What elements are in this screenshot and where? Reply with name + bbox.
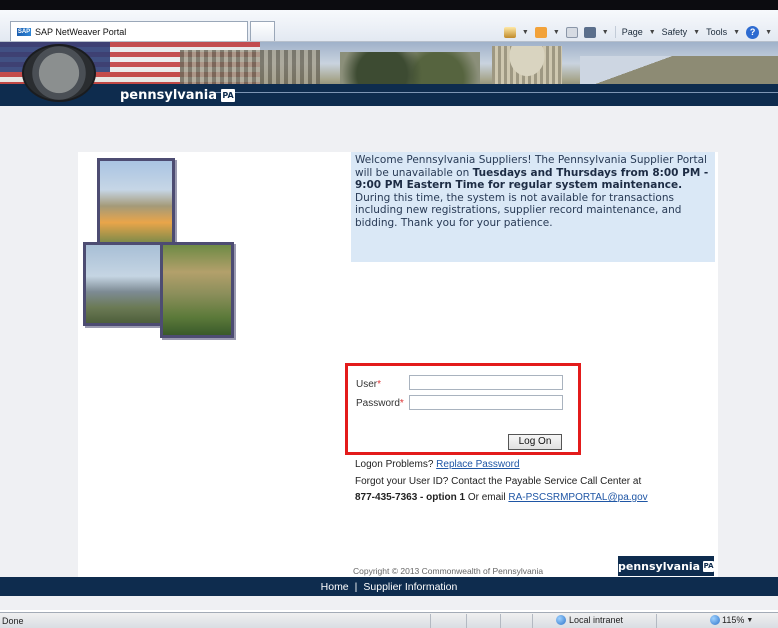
print-icon[interactable] xyxy=(583,26,596,38)
phone-number: 877-435-7363 - option 1 xyxy=(355,492,466,503)
status-cell xyxy=(500,614,520,628)
chevron-down-icon: ▼ xyxy=(733,28,741,36)
pa-keystone-icon: PA xyxy=(221,88,236,102)
chevron-down-icon: ▼ xyxy=(746,616,754,624)
chevron-down-icon: ▼ xyxy=(648,28,656,36)
replace-password-link[interactable]: Replace Password xyxy=(436,459,519,470)
zone-text: Local intranet xyxy=(569,615,624,625)
forgot-userid-text: Forgot your User ID? Contact the Payable… xyxy=(355,476,642,487)
status-cell xyxy=(430,614,450,628)
footer-separator: | xyxy=(354,580,358,593)
command-bar: ▼ ▼ ▼ Page ▼ Safety ▼ Tools ▼ ? ▼ xyxy=(503,24,772,40)
page-menu[interactable]: Page xyxy=(622,27,643,37)
fallingwater-photo xyxy=(160,242,234,338)
intranet-icon xyxy=(556,615,566,625)
footer-supplier-info-link[interactable]: Supplier Information xyxy=(363,581,457,593)
notice-text: During this time, the system is not avai… xyxy=(355,191,682,229)
pennsylvania-logo[interactable]: pennsylvania PA xyxy=(120,86,236,104)
help-icon[interactable]: ? xyxy=(746,25,760,39)
chevron-down-icon[interactable]: ▼ xyxy=(553,29,560,36)
pennsylvania-footer-logo[interactable]: pennsylvania PA xyxy=(618,556,714,576)
footer-logo-text: pennsylvania xyxy=(618,559,701,573)
tools-menu[interactable]: Tools xyxy=(706,27,727,37)
status-text: Done xyxy=(2,616,24,626)
browser-window: SAP SAP NetWeaver Portal ▼ ▼ ▼ Page ▼ Sa… xyxy=(0,0,778,628)
user-label: User* xyxy=(356,379,382,390)
chevron-down-icon[interactable]: ▼ xyxy=(765,29,772,36)
logon-problems-text: Logon Problems? xyxy=(355,459,434,470)
mail-icon[interactable] xyxy=(565,26,578,38)
header-divider xyxy=(212,92,778,93)
home-icon[interactable] xyxy=(503,26,516,38)
window-top-edge xyxy=(0,0,778,10)
required-mark: * xyxy=(399,398,404,409)
zoom-control[interactable]: 115% ▼ xyxy=(710,615,753,625)
tab-sap-portal[interactable]: SAP SAP NetWeaver Portal xyxy=(10,21,248,41)
maintenance-notice: Welcome Pennsylvania Suppliers! The Penn… xyxy=(351,152,715,262)
zoom-icon xyxy=(710,615,720,625)
sap-icon: SAP xyxy=(17,27,31,36)
chevron-down-icon[interactable]: ▼ xyxy=(602,29,609,36)
new-tab-button[interactable] xyxy=(250,21,275,41)
status-bar: Done Local intranet 115% ▼ xyxy=(0,612,778,628)
city-skyline-photo xyxy=(83,242,163,326)
footer-nav: Home | Supplier Information xyxy=(0,577,778,596)
safety-menu[interactable]: Safety xyxy=(662,27,688,37)
tab-title: SAP NetWeaver Portal xyxy=(35,26,127,37)
copyright-text: Copyright © 2013 Commonwealth of Pennsyl… xyxy=(353,566,544,576)
feeds-icon[interactable] xyxy=(534,26,547,38)
zoom-level: 115% xyxy=(722,615,745,625)
state-seal-icon xyxy=(22,44,96,102)
password-input[interactable] xyxy=(409,395,563,410)
security-zone[interactable]: Local intranet xyxy=(556,615,623,625)
required-mark: * xyxy=(377,379,382,390)
contact-line: 877-435-7363 - option 1 Or email RA-PSCS… xyxy=(355,492,648,503)
capitol-photo xyxy=(97,158,175,246)
chevron-down-icon[interactable]: ▼ xyxy=(522,29,529,36)
or-email-text: Or email xyxy=(467,492,506,503)
pa-keystone-icon: PA xyxy=(703,560,714,572)
footer-home-link[interactable]: Home xyxy=(321,581,349,593)
status-cell xyxy=(532,614,552,628)
user-input[interactable] xyxy=(409,375,563,390)
toolbar-divider xyxy=(614,26,616,38)
header-nav-band xyxy=(0,84,778,106)
password-label: Password* xyxy=(356,398,404,409)
chevron-down-icon: ▼ xyxy=(693,28,701,36)
status-cell xyxy=(466,614,486,628)
logo-text: pennsylvania xyxy=(120,87,218,103)
status-cell xyxy=(656,614,706,628)
logon-problems-line: Logon Problems? Replace Password xyxy=(355,459,520,470)
log-on-button[interactable]: Log On xyxy=(508,434,562,450)
browser-toolbar: SAP SAP NetWeaver Portal ▼ ▼ ▼ Page ▼ Sa… xyxy=(0,10,778,42)
email-link[interactable]: RA-PSCSRMPORTAL@pa.gov xyxy=(508,492,647,503)
